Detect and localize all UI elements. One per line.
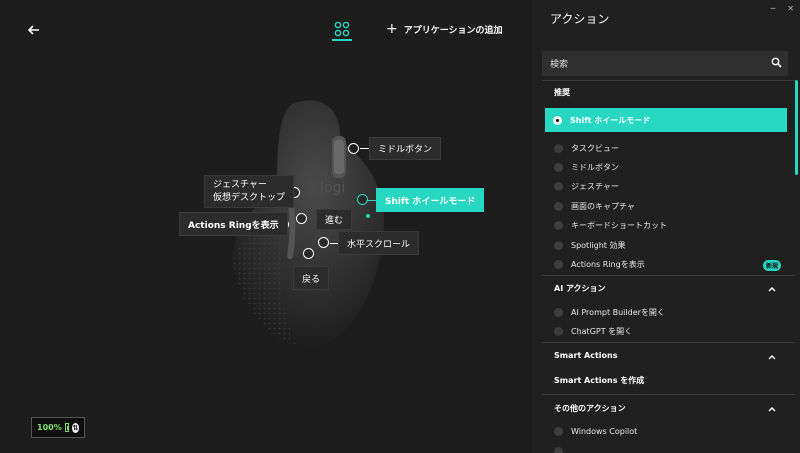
radio xyxy=(554,427,563,436)
action-label: Actions Ringを表示 xyxy=(571,260,645,269)
search-placeholder: 検索 xyxy=(550,60,569,70)
hotspot-shift-wheel[interactable] xyxy=(357,194,368,205)
callout-gesture-button[interactable]: ジェスチャー 仮想デスクトップ xyxy=(204,175,295,208)
chevron-up-icon[interactable] xyxy=(768,405,776,413)
action-label: キーボードショートカット xyxy=(571,221,667,230)
arrow-left-icon xyxy=(27,25,39,35)
battery-indicator: 100% ⇅ xyxy=(31,417,85,438)
radio xyxy=(554,221,563,230)
action-label: Spotlight 効果 xyxy=(571,241,626,250)
chevron-up-icon[interactable] xyxy=(768,353,776,361)
section-recommended-heading: 推奨 xyxy=(554,88,570,97)
callout-shift-wheel[interactable]: Shift ホイールモード xyxy=(376,188,485,212)
callout-horizontal-scroll[interactable]: 水平スクロール xyxy=(338,231,420,255)
action-label: Shift ホイールモード xyxy=(570,115,651,125)
minimize-icon[interactable]: ─ xyxy=(770,4,775,13)
divider xyxy=(542,342,795,343)
search-input[interactable]: 検索 xyxy=(542,51,788,76)
back-button[interactable] xyxy=(24,20,44,40)
battery-icon xyxy=(64,423,69,432)
radio xyxy=(554,202,563,211)
action-item-partial[interactable] xyxy=(554,447,571,453)
new-badge: 新規 xyxy=(763,260,782,271)
callout-line xyxy=(330,243,338,244)
plus-icon: + xyxy=(386,21,398,37)
svg-text:logi: logi xyxy=(320,180,345,196)
radio xyxy=(554,163,563,172)
chevron-up-icon[interactable] xyxy=(768,285,776,293)
add-application-button[interactable]: + アプリケーションの追加 xyxy=(386,22,503,36)
radio xyxy=(554,327,563,336)
section-other-heading: その他のアクション xyxy=(554,404,626,413)
hotspot-horizontal-scroll[interactable] xyxy=(318,237,329,248)
buttons-view-tab[interactable] xyxy=(333,20,351,40)
panel-scrollbar[interactable] xyxy=(795,80,798,175)
radio xyxy=(554,260,563,269)
callout-forward-label: 進む xyxy=(325,216,344,226)
action-label: ChatGPT を開く xyxy=(571,327,633,336)
callout-forward-button[interactable]: 進む xyxy=(316,209,353,230)
action-label: Windows Copilot xyxy=(571,427,638,436)
hotspot-back-button[interactable] xyxy=(303,248,314,259)
action-item-ai-prompt-builder[interactable]: AI Prompt Builderを開く xyxy=(554,307,665,318)
radio xyxy=(554,144,563,153)
callout-gesture-sublabel: 仮想デスクトップ xyxy=(213,192,286,203)
radio xyxy=(554,447,563,453)
callout-back-label: 戻る xyxy=(302,274,321,285)
close-icon[interactable]: ✕ xyxy=(787,4,794,13)
add-application-label: アプリケーションの追加 xyxy=(403,25,503,36)
action-item-gesture[interactable]: ジェスチャー xyxy=(554,181,619,192)
action-item-keyboard-shortcut[interactable]: キーボードショートカット xyxy=(554,220,667,231)
search-icon xyxy=(771,57,782,68)
active-tab-indicator xyxy=(332,39,352,41)
radio-selected xyxy=(553,115,562,125)
callout-gesture-label: ジェスチャー xyxy=(213,179,267,190)
action-item-chatgpt[interactable]: ChatGPT を開く xyxy=(554,326,632,337)
action-item-shift-wheel[interactable]: Shift ホイールモード xyxy=(545,108,787,132)
device-view: + アプリケーションの追加 logi ミドルボタン ジェスチャー 仮想デスクトッ… xyxy=(0,0,533,453)
connection-icon: ⇅ xyxy=(71,422,79,433)
window-controls: ─ ✕ xyxy=(770,4,794,13)
battery-level: 100% xyxy=(37,423,62,432)
action-label: ミドルボタン xyxy=(571,163,619,172)
hotspot-forward-button[interactable] xyxy=(296,213,307,224)
callout-back-button[interactable]: 戻る xyxy=(293,266,330,290)
section-smart-heading: Smart Actions xyxy=(554,351,618,360)
callout-shift-wheel-label: Shift ホイールモード xyxy=(385,196,476,207)
action-item-middle-button[interactable]: ミドルボタン xyxy=(554,162,619,173)
action-label: タスクビュー xyxy=(571,144,619,153)
divider xyxy=(542,80,795,81)
action-item-task-view[interactable]: タスクビュー xyxy=(554,143,619,154)
grid-icon xyxy=(334,21,350,37)
callout-middle-button-label: ミドルボタン xyxy=(378,145,433,155)
action-item-actions-ring[interactable]: Actions Ringを表示 xyxy=(554,259,645,270)
divider xyxy=(542,394,795,395)
actions-panel: アクション ─ ✕ 検索 推奨 Shift ホイールモード タスクビュー ミドル… xyxy=(533,0,800,453)
action-label: AI Prompt Builderを開く xyxy=(571,308,665,317)
callout-horizontal-scroll-label: 水平スクロール xyxy=(347,239,411,250)
panel-title: アクション xyxy=(550,12,610,26)
radio xyxy=(554,308,563,317)
callout-actions-ring[interactable]: Actions Ringを表示 xyxy=(179,212,288,236)
action-label: 画面のキャプチャ xyxy=(571,202,635,211)
action-item-screen-capture[interactable]: 画面のキャプチャ xyxy=(554,201,635,212)
divider xyxy=(542,275,795,276)
action-label: ジェスチャー xyxy=(571,182,619,191)
create-smart-action-link[interactable]: Smart Actions を作成 xyxy=(554,375,644,386)
callout-middle-button[interactable]: ミドルボタン xyxy=(369,137,442,160)
action-item-windows-copilot[interactable]: Windows Copilot xyxy=(554,427,637,436)
section-ai-heading: AI アクション xyxy=(554,284,606,293)
radio xyxy=(554,182,563,191)
callout-actions-ring-label: Actions Ringを表示 xyxy=(188,220,279,231)
action-item-spotlight[interactable]: Spotlight 効果 xyxy=(554,240,625,251)
hotspot-middle-button[interactable] xyxy=(348,143,359,154)
radio xyxy=(554,241,563,250)
